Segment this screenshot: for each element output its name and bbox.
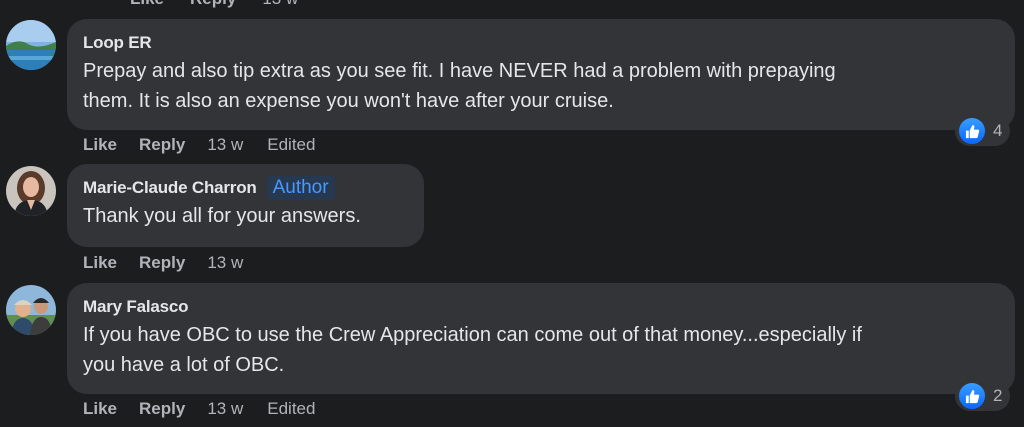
comment-time[interactable]: 13 w bbox=[207, 399, 243, 419]
avatar[interactable] bbox=[6, 20, 56, 70]
comment-text-line: If you have OBC to use the Crew Apprecia… bbox=[83, 324, 862, 346]
comment-thread: Like Reply 13 w Loop ER Prepay and also … bbox=[0, 0, 1024, 427]
author-name[interactable]: Mary Falasco bbox=[83, 297, 189, 317]
reaction-count[interactable]: 4 bbox=[955, 116, 1011, 146]
edited-label: Edited bbox=[267, 399, 316, 418]
previous-comment-actions: Like Reply 13 w bbox=[130, 0, 298, 9]
comment-time[interactable]: 13 w bbox=[207, 135, 243, 155]
reaction-number: 4 bbox=[993, 121, 1003, 140]
edited-label: Edited bbox=[267, 135, 316, 154]
like-action[interactable]: Like bbox=[130, 0, 164, 9]
reaction-number: 2 bbox=[993, 386, 1003, 405]
comment-time[interactable]: 13 w bbox=[207, 253, 243, 273]
comment-bubble: Mary Falasco If you have OBC to use the … bbox=[67, 283, 1015, 394]
like-thumbs-up-icon bbox=[957, 381, 987, 411]
avatar[interactable] bbox=[6, 166, 56, 216]
comment-text-line: Thank you all for your answers. bbox=[83, 205, 361, 227]
comment-bubble: Loop ER Prepay and also tip extra as you… bbox=[67, 19, 1015, 130]
author-badge: Author bbox=[266, 176, 335, 200]
like-action[interactable]: Like bbox=[83, 399, 117, 419]
comment-text: Prepay and also tip extra as you see fit… bbox=[83, 56, 999, 116]
comment-time: 13 w bbox=[262, 0, 298, 9]
comment-bubble: Marie-Claude Charron Author Thank you al… bbox=[67, 164, 424, 247]
author-name[interactable]: Loop ER bbox=[83, 33, 152, 53]
like-action[interactable]: Like bbox=[83, 253, 117, 273]
like-thumbs-up-icon bbox=[957, 116, 987, 146]
comment-actions: Like Reply 13 w Edited bbox=[83, 135, 339, 155]
like-action[interactable]: Like bbox=[83, 135, 117, 155]
reply-action[interactable]: Reply bbox=[139, 253, 185, 273]
reaction-count[interactable]: 2 bbox=[955, 381, 1011, 411]
author-name[interactable]: Marie-Claude Charron bbox=[83, 178, 257, 198]
comment-text: If you have OBC to use the Crew Apprecia… bbox=[83, 320, 999, 380]
comment-text-line: you have a lot of OBC. bbox=[83, 354, 285, 376]
comment-actions: Like Reply 13 w bbox=[83, 253, 267, 273]
reply-action[interactable]: Reply bbox=[190, 0, 236, 9]
avatar[interactable] bbox=[6, 285, 56, 335]
comment-actions: Like Reply 13 w Edited bbox=[83, 399, 339, 419]
comment-text-line: Prepay and also tip extra as you see fit… bbox=[83, 60, 836, 82]
reply-action[interactable]: Reply bbox=[139, 399, 185, 419]
comment-text: Thank you all for your answers. bbox=[83, 201, 408, 231]
reply-action[interactable]: Reply bbox=[139, 135, 185, 155]
comment-text-line: them. It is also an expense you won't ha… bbox=[83, 90, 614, 112]
